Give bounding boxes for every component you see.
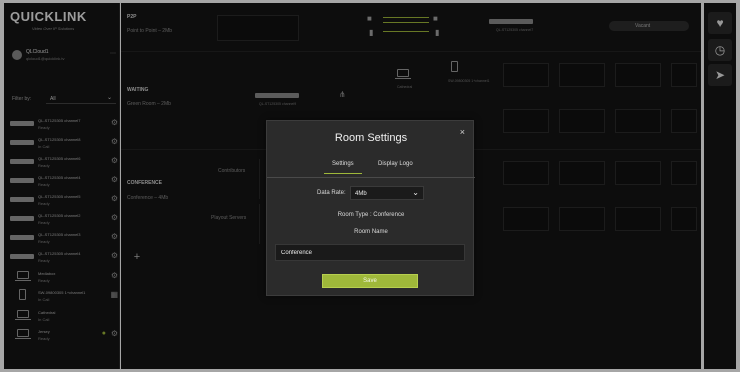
app-window: QUICKLINK Video Over IP Solutions QLClou… <box>0 0 740 372</box>
chevron-down-icon: ⌄ <box>412 188 419 197</box>
tab-settings[interactable]: Settings <box>324 161 362 174</box>
tab-display-logo[interactable]: Display Logo <box>378 161 413 167</box>
room-name-label: Room Name <box>354 229 388 235</box>
data-rate-value: 4Mb <box>355 191 367 197</box>
dialog-tabs: Settings Display Logo <box>267 158 475 178</box>
room-type-text: Room Type : Conference <box>337 212 405 218</box>
save-button[interactable]: Save <box>322 274 418 288</box>
room-settings-dialog: Room Settings × Settings Display Logo Da… <box>266 120 475 296</box>
room-name-input[interactable] <box>275 244 465 261</box>
dialog-title: Room Settings <box>334 132 408 144</box>
close-icon[interactable]: × <box>460 127 465 137</box>
data-rate-label: Data Rate: <box>317 190 346 196</box>
data-rate-select[interactable]: 4Mb ⌄ <box>350 186 424 200</box>
